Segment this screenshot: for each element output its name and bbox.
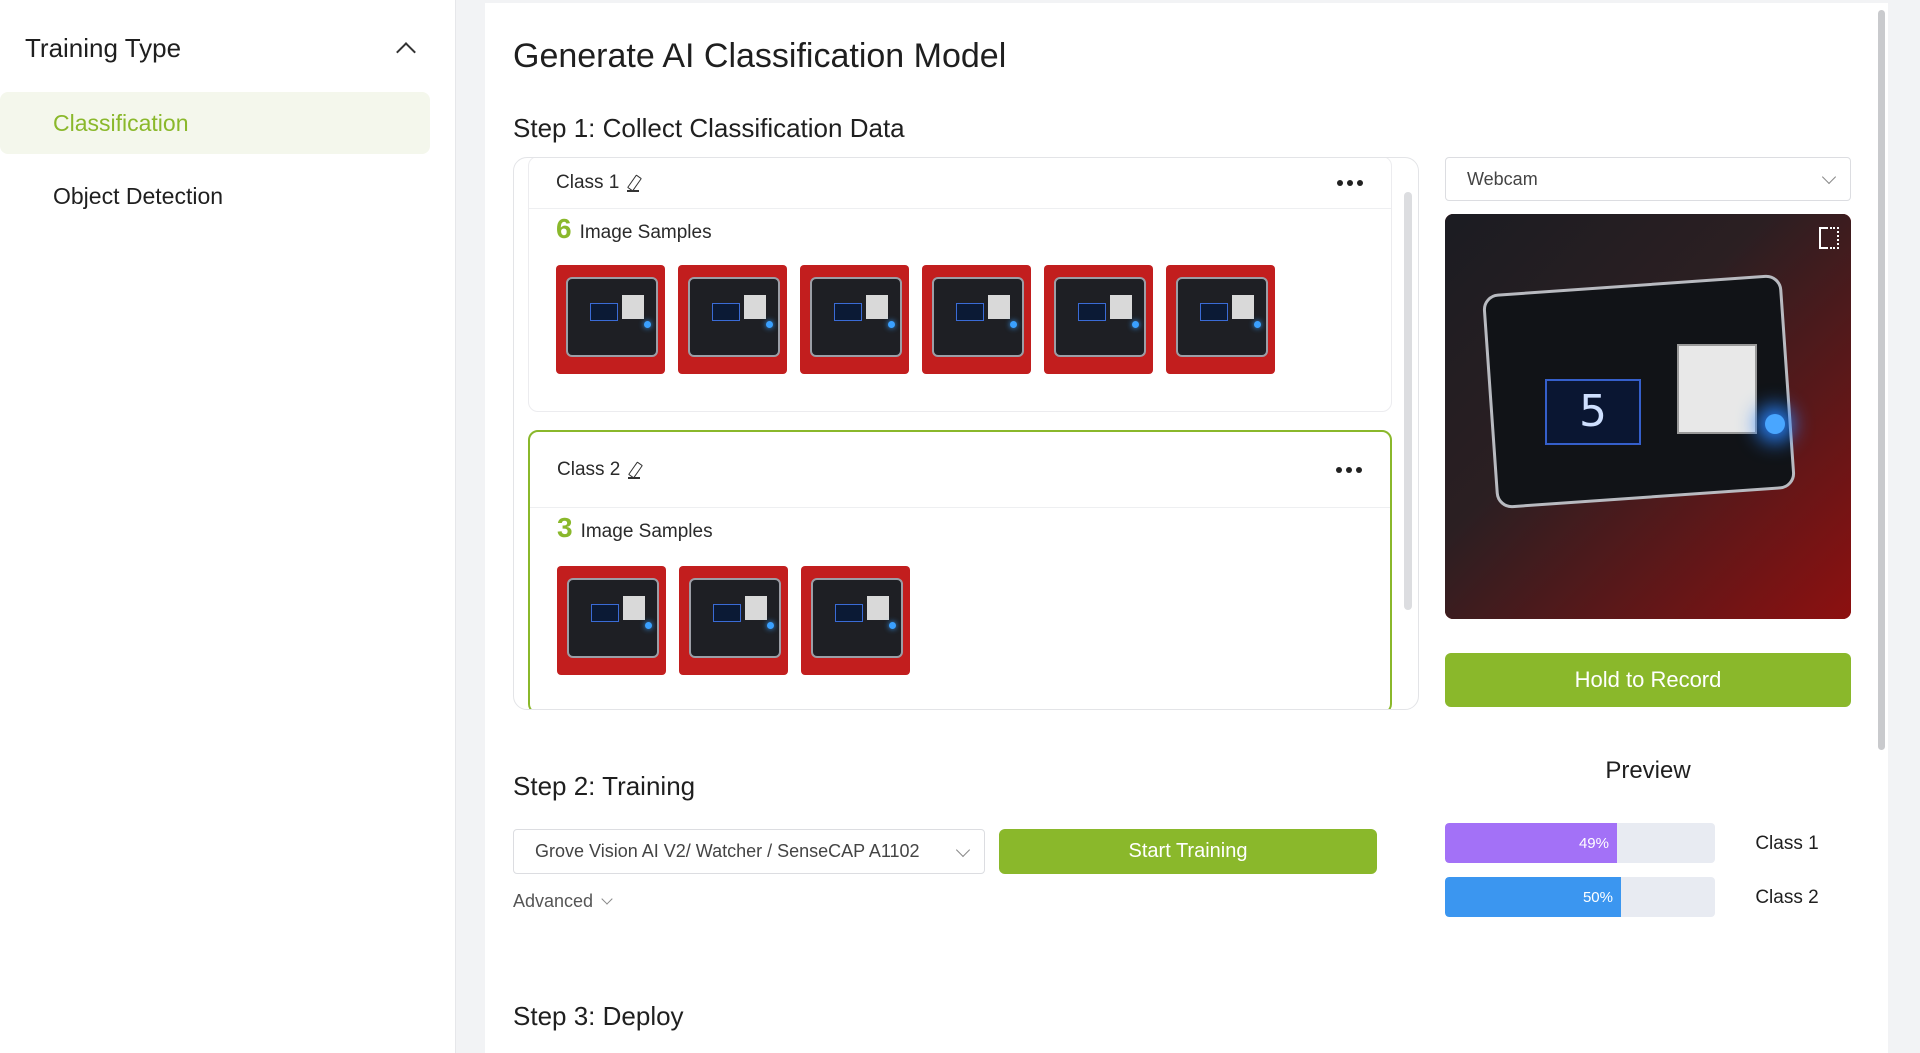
class-card-header: Class 2 <box>530 432 1390 508</box>
training-type-title: Training Type <box>25 32 182 63</box>
samples-label: Image Samples <box>579 222 712 243</box>
hold-to-record-label: Hold to Record <box>1574 667 1722 692</box>
sidebar: Training Type Classification Object Dete… <box>0 0 456 1053</box>
preview-bar-class-2: 50% <box>1445 877 1715 917</box>
camera-source-value: Webcam <box>1467 168 1538 189</box>
class-name: Class 1 <box>556 171 620 193</box>
advanced-toggle[interactable]: Advanced <box>513 891 613 912</box>
samples-count-line: 6 Image Samples <box>556 213 712 245</box>
preview-bar-class-1: 49% <box>1445 823 1715 863</box>
chevron-down-icon <box>955 842 971 857</box>
preview-bar-fill: 49% <box>1445 823 1617 863</box>
device-display-digit: 5 <box>1545 379 1641 445</box>
page-title: Generate AI Classification Model <box>513 37 1007 75</box>
sample-thumbnail[interactable] <box>1044 265 1153 374</box>
more-options-icon[interactable] <box>1336 466 1362 473</box>
sample-thumbnail[interactable] <box>557 566 666 675</box>
samples-count-line: 3 Image Samples <box>557 512 713 544</box>
classes-panel: Class 1 6 Image Samples Class 2 3 Image … <box>513 157 1419 710</box>
start-training-button[interactable]: Start Training <box>999 829 1377 874</box>
hold-to-record-button[interactable]: Hold to Record <box>1445 653 1851 707</box>
step3-title: Step 3: Deploy <box>513 1001 684 1031</box>
sample-thumbnail[interactable] <box>800 265 909 374</box>
step1-title: Step 1: Collect Classification Data <box>513 113 905 143</box>
device-select[interactable]: Grove Vision AI V2/ Watcher / SenseCAP A… <box>513 829 985 874</box>
sidebar-item-object-detection[interactable]: Object Detection <box>0 165 430 227</box>
more-options-icon[interactable] <box>1337 179 1363 186</box>
main-panel: Generate AI Classification Model Step 1:… <box>485 3 1888 1053</box>
chevron-up-icon[interactable] <box>396 42 416 62</box>
sample-thumbnail[interactable] <box>922 265 1031 374</box>
chevron-down-icon <box>1821 169 1837 185</box>
class-card-header: Class 1 <box>529 158 1391 209</box>
advanced-label: Advanced <box>513 891 594 911</box>
classes-scrollbar[interactable] <box>1404 192 1412 610</box>
preview-bar-fill: 50% <box>1445 877 1621 917</box>
sample-thumbnails <box>556 265 1275 374</box>
sidebar-item-label: Object Detection <box>53 182 224 209</box>
sample-thumbnail[interactable] <box>1166 265 1275 374</box>
preview-class-label: Class 2 <box>1755 887 1819 908</box>
preview-percent: 49% <box>1578 834 1609 852</box>
preview-title: Preview <box>1605 757 1691 784</box>
samples-count: 3 <box>557 512 573 543</box>
training-type-header[interactable]: Training Type <box>25 30 425 66</box>
webcam-preview: 5 <box>1445 214 1851 619</box>
samples-count: 6 <box>556 213 572 244</box>
sample-thumbnail[interactable] <box>556 265 665 374</box>
class-card-2[interactable]: Class 2 3 Image Samples <box>528 430 1392 709</box>
mirror-flip-icon[interactable] <box>1817 226 1839 249</box>
sample-thumbnail[interactable] <box>679 566 788 675</box>
preview-percent: 50% <box>1582 888 1613 906</box>
device-select-value: Grove Vision AI V2/ Watcher / SenseCAP A… <box>535 841 920 861</box>
samples-label: Image Samples <box>580 521 713 542</box>
edit-pencil-icon[interactable] <box>628 462 641 479</box>
start-training-label: Start Training <box>1128 840 1248 862</box>
class-name: Class 2 <box>557 458 621 480</box>
chevron-down-icon <box>601 892 613 905</box>
camera-source-select[interactable]: Webcam <box>1445 157 1851 201</box>
sample-thumbnail[interactable] <box>678 265 787 374</box>
sample-thumbnails <box>557 566 910 675</box>
step2-title: Step 2: Training <box>513 771 696 801</box>
preview-class-label: Class 1 <box>1755 833 1819 854</box>
sidebar-item-classification[interactable]: Classification <box>0 92 430 154</box>
edit-pencil-icon[interactable] <box>627 175 640 192</box>
class-card-1[interactable]: Class 1 6 Image Samples <box>528 158 1392 412</box>
page-scrollbar[interactable] <box>1878 10 1885 750</box>
sample-thumbnail[interactable] <box>801 566 910 675</box>
sidebar-item-label: Classification <box>53 109 189 136</box>
